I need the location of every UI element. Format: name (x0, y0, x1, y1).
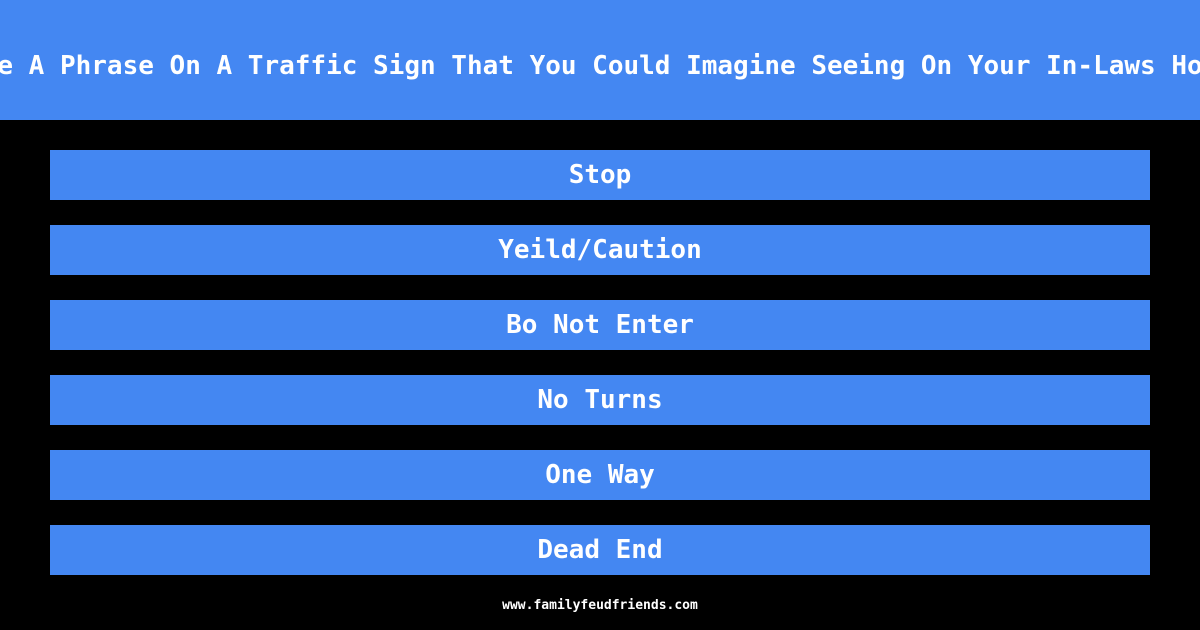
question-banner: Name A Phrase On A Traffic Sign That You… (0, 0, 1200, 120)
answer-row: No Turns (50, 375, 1150, 425)
answer-text: No Turns (537, 385, 663, 415)
answer-row: One Way (50, 450, 1150, 500)
site-url: www.familyfeudfriends.com (502, 598, 698, 613)
answer-row: Bo Not Enter (50, 300, 1150, 350)
answer-row: Dead End (50, 525, 1150, 575)
answer-text: Dead End (537, 535, 663, 565)
question-title: Name A Phrase On A Traffic Sign That You… (0, 50, 1200, 81)
answer-row: Stop (50, 150, 1150, 200)
answer-row: Yeild/Caution (50, 225, 1150, 275)
answer-text: Stop (568, 160, 632, 190)
answer-text: Yeild/Caution (498, 235, 702, 265)
answer-text: Bo Not Enter (506, 310, 694, 340)
answer-text: One Way (545, 460, 655, 490)
